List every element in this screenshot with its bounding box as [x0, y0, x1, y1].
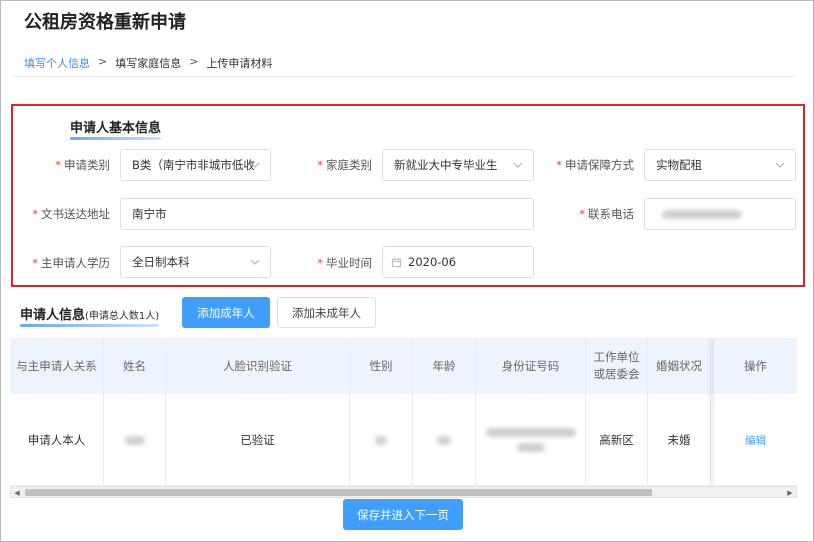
- guarantee-type-value: 实物配租: [656, 158, 702, 172]
- family-type-value: 新就业大中专毕业生: [394, 158, 498, 172]
- header-name: 姓名: [104, 338, 166, 394]
- phone-input[interactable]: [644, 198, 796, 230]
- address-value: 南宁市: [132, 207, 167, 221]
- scroll-right-arrow-icon[interactable]: ▶: [785, 488, 795, 497]
- title-underline: [70, 137, 162, 140]
- redacted-phone: [662, 209, 742, 219]
- phone-label: * 联系电话: [570, 206, 634, 222]
- header-divider: [12, 76, 796, 77]
- cell-id-number: [476, 394, 586, 486]
- edit-link[interactable]: 编辑: [745, 433, 766, 448]
- address-input[interactable]: 南宁市: [120, 198, 534, 230]
- cell-relation: 申请人本人: [10, 394, 104, 486]
- page-title: 公租房资格重新申请: [24, 12, 186, 33]
- redacted-age: [437, 435, 451, 445]
- apply-type-label-text: 申请类别: [64, 158, 110, 172]
- graduation-date-picker[interactable]: 2020-06: [382, 246, 534, 278]
- breadcrumb-step-family: 填写家庭信息: [115, 57, 182, 70]
- cell-name: [104, 394, 166, 486]
- required-mark: *: [317, 256, 323, 270]
- scroll-left-arrow-icon[interactable]: ◀: [12, 488, 22, 497]
- required-mark: *: [317, 158, 323, 172]
- required-mark: *: [556, 158, 562, 172]
- education-label: * 主申请人学历: [25, 255, 110, 271]
- redacted-name: [124, 435, 145, 445]
- calendar-icon: [391, 257, 402, 267]
- table-header: 与主申请人关系 姓名 人脸识别验证 性别 年龄 身份证号码 工作单位 或居委会 …: [10, 338, 797, 394]
- address-label: * 文书送达地址: [25, 206, 110, 222]
- redacted-id-line2: [516, 443, 545, 452]
- breadcrumb: 填写个人信息 > 填写家庭信息 > 上传申请材料: [24, 55, 272, 71]
- required-mark: *: [579, 207, 585, 221]
- cell-age: [413, 394, 476, 486]
- header-id-number: 身份证号码: [476, 338, 586, 394]
- chevron-down-icon: [250, 162, 260, 168]
- family-type-label-text: 家庭类别: [326, 158, 372, 172]
- applicant-title-text: 申请人信息: [20, 308, 86, 323]
- cell-gender: [350, 394, 413, 486]
- graduation-label: * 毕业时间: [300, 255, 372, 271]
- header-relation: 与主申请人关系: [10, 338, 104, 394]
- guarantee-type-label-text: 申请保障方式: [565, 158, 634, 172]
- basic-info-title: 申请人基本信息: [70, 117, 162, 140]
- header-work-unit-line2: 或居委会: [593, 367, 640, 381]
- header-action: 操作: [744, 359, 767, 373]
- chevron-down-icon: [513, 162, 523, 168]
- title-underline: [20, 324, 160, 327]
- add-minor-button[interactable]: 添加未成年人: [277, 297, 376, 328]
- cell-marital: 未婚: [648, 394, 711, 486]
- header-work-unit: 工作单位 或居委会: [586, 338, 648, 394]
- header-face-verify: 人脸识别验证: [166, 338, 350, 394]
- apply-type-select[interactable]: B类（南宁市非城市低收: [120, 149, 271, 181]
- chevron-down-icon: [250, 259, 260, 265]
- family-type-label: * 家庭类别: [300, 157, 372, 173]
- cell-action: 编辑: [714, 394, 797, 486]
- save-next-button[interactable]: 保存并进入下一页: [343, 499, 463, 530]
- chevron-down-icon: [775, 162, 785, 168]
- header-work-unit-line1: 工作单位: [593, 350, 640, 364]
- redacted-gender: [375, 435, 387, 445]
- breadcrumb-separator: >: [98, 55, 108, 68]
- redacted-id-line1: [485, 428, 576, 437]
- applicant-section-title: 申请人信息(申请总人数1人): [20, 304, 160, 327]
- education-value: 全日制本科: [132, 255, 190, 269]
- graduation-label-text: 毕业时间: [326, 256, 372, 270]
- apply-type-label: * 申请类别: [40, 157, 110, 173]
- applicant-table: 与主申请人关系 姓名 人脸识别验证 性别 年龄 身份证号码 工作单位 或居委会 …: [10, 338, 797, 486]
- education-select[interactable]: 全日制本科: [120, 246, 271, 278]
- header-age: 年龄: [413, 338, 476, 394]
- applicant-count-note: (申请总人数1人): [85, 311, 160, 322]
- table-horizontal-scrollbar[interactable]: ◀ ▶: [10, 486, 797, 498]
- required-mark: *: [32, 256, 38, 270]
- breadcrumb-separator: >: [189, 55, 199, 68]
- breadcrumb-step-personal[interactable]: 填写个人信息: [24, 55, 90, 71]
- scroll-thumb[interactable]: [25, 489, 652, 496]
- apply-type-value: B类（南宁市非城市低收: [132, 158, 255, 172]
- breadcrumb-step-upload: 上传申请材料: [206, 57, 273, 70]
- family-type-select[interactable]: 新就业大中专毕业生: [382, 149, 534, 181]
- graduation-value: 2020-06: [408, 255, 457, 269]
- required-mark: *: [32, 207, 38, 221]
- cell-work-unit: 高新区: [586, 394, 648, 486]
- guarantee-type-label: * 申请保障方式: [548, 157, 634, 173]
- address-label-text: 文书送达地址: [41, 207, 110, 221]
- phone-label-text: 联系电话: [588, 207, 634, 221]
- header-gender: 性别: [350, 338, 413, 394]
- education-label-text: 主申请人学历: [41, 256, 110, 270]
- table-body: 申请人本人 已验证 高新区 未婚 编辑: [10, 394, 797, 486]
- cell-face-verify: 已验证: [166, 394, 350, 486]
- guarantee-type-select[interactable]: 实物配租: [644, 149, 796, 181]
- basic-info-title-text: 申请人基本信息: [70, 121, 162, 136]
- required-mark: *: [55, 158, 61, 172]
- add-adult-button[interactable]: 添加成年人: [182, 297, 270, 328]
- header-marital: 婚姻状况: [648, 338, 711, 394]
